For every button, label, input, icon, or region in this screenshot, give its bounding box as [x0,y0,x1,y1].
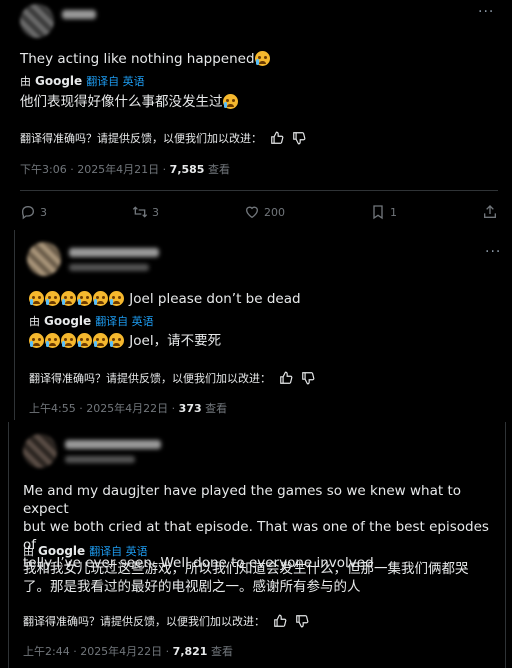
crying-emoji-icon [109,333,124,348]
crying-emoji-icon [45,291,60,306]
avatar[interactable] [27,242,61,276]
feedback-prompt: 翻译得准确吗？请提供反馈，以便我们加以改进： [20,132,262,145]
bookmark-icon [373,205,383,220]
translation-feedback: 翻译得准确吗？请提供反馈，以便我们加以改进： [20,130,306,146]
post-timestamp: 上午2:44 · 2025年4月22日 · 7,821 查看 [23,643,233,659]
retweet-button[interactable]: 3 [132,204,159,220]
post-text: They acting like nothing happened [20,50,271,68]
translated-text-content: 他们表现得好像什么事都没发生过 [20,94,223,110]
crying-emoji-icon [254,51,270,66]
author-handle[interactable] [65,456,135,463]
timestamp-text[interactable]: 上午2:44 · 2025年4月22日 · [23,645,173,658]
author-name[interactable] [69,248,159,257]
view-count: 7,821 [172,645,208,658]
translated-by-label: 由 [23,545,34,558]
thumb-up-icon[interactable] [279,371,293,385]
like-button[interactable]: 200 [244,204,285,220]
feedback-prompt: 翻译得准确吗？请提供反馈，以便我们加以改进： [23,615,265,628]
reply-icon [21,205,35,220]
translated-text: Joel，请不要死 [29,332,221,350]
emoji-group [29,333,125,349]
thumb-up-icon[interactable] [270,131,284,145]
translation-feedback: 翻译得准确吗？请提供反馈，以便我们加以改进： [29,370,315,386]
translation-attribution: 由 Google 翻译自 英语 [20,73,145,89]
translated-from-link[interactable]: 翻译自 英语 [86,73,145,89]
retweet-count: 3 [152,205,159,219]
avatar[interactable] [20,4,54,38]
thumb-down-icon[interactable] [301,371,315,385]
crying-emoji-icon [77,291,92,306]
bookmark-button[interactable]: 1 [370,204,397,220]
google-logo: Google [35,74,83,88]
google-logo: Google [44,314,92,328]
post-text-content: They acting like nothing happened [20,51,255,67]
translated-from-link[interactable]: 翻译自 英语 [95,313,154,329]
crying-emoji-icon [29,333,44,348]
divider [20,190,498,191]
emoji-group [29,291,125,307]
feedback-prompt: 翻译得准确吗？请提供反馈，以便我们加以改进： [29,372,271,385]
translated-text: 他们表现得好像什么事都没发生过 [20,93,239,111]
post-timestamp: 上午4:55 · 2025年4月22日 · 373 查看 [29,400,227,416]
post-text-content: Joel please don’t be dead [129,291,301,307]
more-options-icon[interactable]: ··· [485,244,501,260]
translation-feedback: 翻译得准确吗？请提供反馈，以便我们加以改进： [23,613,309,629]
reply-button[interactable]: 3 [20,204,47,220]
crying-emoji-icon [109,291,124,306]
crying-emoji-icon [61,291,76,306]
action-bar: 3 3 200 1 [20,202,498,222]
avatar[interactable] [23,434,57,468]
translated-by-label: 由 [20,75,31,88]
crying-emoji-icon [45,333,60,348]
thumb-down-icon[interactable] [295,614,309,628]
translated-by-label: 由 [29,315,40,328]
translation-attribution: 由 Google 翻译自 英语 [29,313,154,329]
author-name[interactable] [62,10,96,19]
share-button[interactable] [482,204,498,220]
views-label: 查看 [205,402,228,415]
view-count: 7,585 [169,163,205,176]
author-handle[interactable] [69,264,149,271]
crying-emoji-icon [29,291,44,306]
author-name[interactable] [65,440,161,449]
post-2: ··· Joel please don’t be dead 由 Google 翻… [14,230,512,420]
retweet-icon [132,206,148,218]
timestamp-text[interactable]: 上午4:55 · 2025年4月22日 · [29,402,179,415]
translated-text: 我和我女儿玩过这些游戏，所以我们知道会发生什么，但那一集我们俩都哭 了。那是我看… [23,560,503,596]
views-label: 查看 [210,645,233,658]
translated-text-content: Joel，请不要死 [129,333,222,349]
heart-icon [245,206,259,219]
post-3: Me and my daugjter have played the games… [8,422,506,668]
timestamp-text[interactable]: 下午3:06 · 2025年4月21日 · [20,163,170,176]
translated-text-line: 我和我女儿玩过这些游戏，所以我们知道会发生什么，但那一集我们俩都哭 [23,561,469,577]
post-text: Joel please don’t be dead [29,290,301,308]
post-text-line: Me and my daugjter have played the games… [23,483,461,517]
reply-count: 3 [40,205,47,219]
thumb-down-icon[interactable] [292,131,306,145]
translated-text-line: 了。那是我看过的最好的电视剧之一。感谢所有参与的人 [23,579,361,595]
crying-emoji-icon [93,291,108,306]
crying-emoji-icon [61,333,76,348]
post-1: ··· They acting like nothing happened 由 … [0,0,512,232]
google-logo: Google [38,544,86,558]
bookmark-count: 1 [390,205,397,219]
views-label: 查看 [207,163,230,176]
crying-emoji-icon [222,94,238,109]
view-count: 373 [178,402,202,415]
thumb-up-icon[interactable] [273,614,287,628]
share-icon [484,205,496,218]
translated-from-link[interactable]: 翻译自 英语 [89,543,148,559]
more-options-icon[interactable]: ··· [478,4,494,20]
like-count: 200 [264,205,285,219]
crying-emoji-icon [77,333,92,348]
crying-emoji-icon [93,333,108,348]
translation-attribution: 由 Google 翻译自 英语 [23,543,148,559]
post-timestamp: 下午3:06 · 2025年4月21日 · 7,585 查看 [20,161,230,177]
